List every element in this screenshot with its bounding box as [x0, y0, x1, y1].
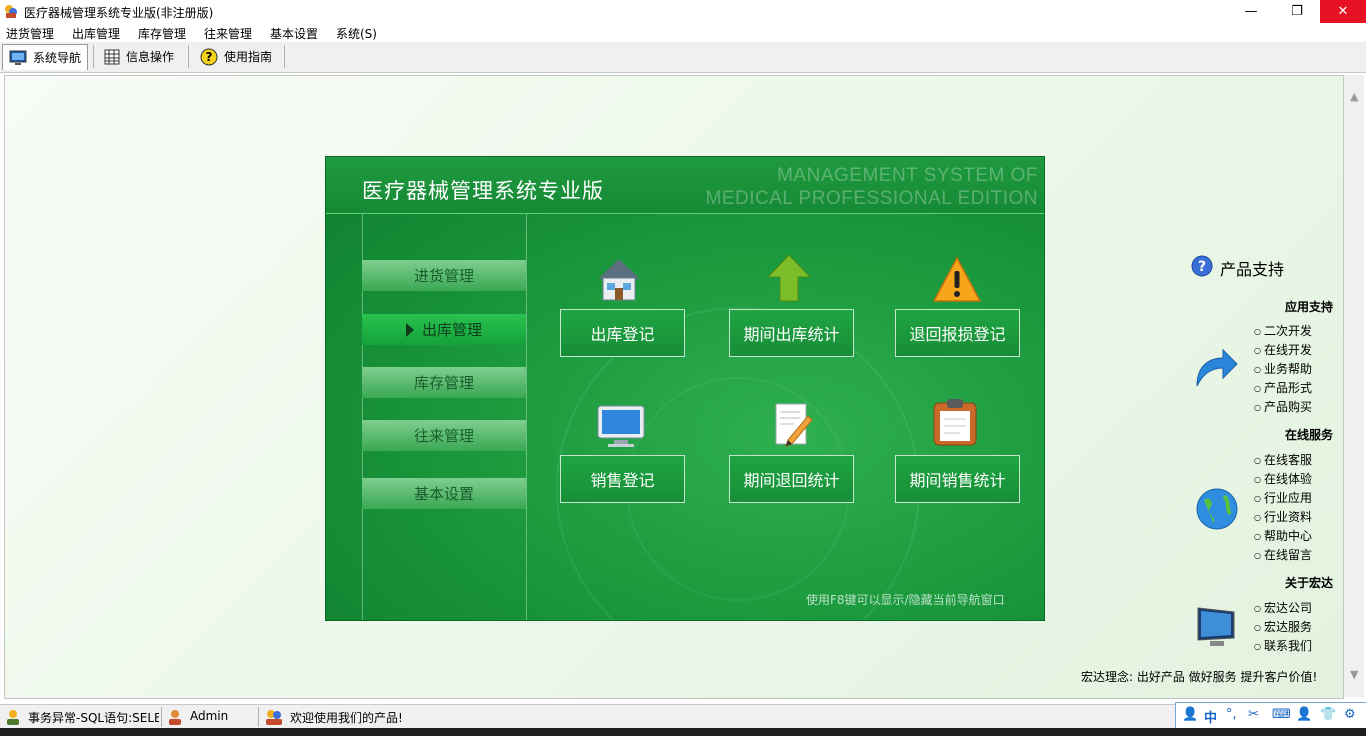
f8-hint: 使用F8键可以显示/隐藏当前导航窗口 [806, 593, 1005, 607]
globe-icon [1196, 488, 1238, 530]
section-about: 关于宏达 [1285, 576, 1334, 590]
navigation-panel: 医疗器械管理系统专业版 MANAGEMENT SYSTEM OF MEDICAL… [325, 156, 1045, 621]
link-product-form[interactable]: 产品形式 [1254, 379, 1312, 396]
tab-label: 信息操作 [126, 50, 175, 64]
link-help-center[interactable]: 帮助中心 [1254, 527, 1312, 544]
status-divider [258, 707, 259, 727]
panel-watermark: MANAGEMENT SYSTEM OF MEDICAL PROFESSIONA… [705, 165, 1038, 209]
arrow-icon [1196, 348, 1238, 387]
link-industry-apps[interactable]: 行业应用 [1254, 489, 1312, 506]
svg-text:?: ? [1198, 259, 1206, 275]
ime-punctuation[interactable]: °, [1226, 707, 1237, 722]
tab-label: 使用指南 [224, 50, 273, 64]
link-product-purchase[interactable]: 产品购买 [1254, 398, 1312, 415]
clipboard-icon [933, 399, 977, 446]
users-icon [266, 710, 282, 725]
sales-register-button[interactable]: 销售登记 [560, 455, 685, 503]
link-secondary-dev[interactable]: 二次开发 [1254, 322, 1312, 339]
monitor-icon [9, 50, 27, 65]
support-title: 产品支持 [1220, 260, 1285, 279]
section-app-support: 应用支持 [1285, 300, 1334, 314]
alert-user-icon [7, 710, 19, 725]
ime-toolbar: 👤 中 °, ✂ ⌨ 👤 👕 ⚙ [1175, 702, 1366, 730]
side-nav-settings[interactable]: 基本设置 [362, 478, 526, 509]
ime-settings-icon[interactable]: ⚙ [1344, 707, 1356, 722]
monitor-icon [597, 405, 645, 447]
tab-system-nav[interactable]: 系统导航 [2, 44, 89, 70]
section-online-service: 在线服务 [1285, 428, 1334, 442]
help-icon: ? [200, 48, 218, 65]
link-online-support[interactable]: 在线客服 [1254, 451, 1312, 468]
tab-divider [93, 45, 94, 68]
period-sales-stats-button[interactable]: 期间销售统计 [895, 455, 1020, 503]
app-logo-icon [5, 5, 17, 18]
status-user: Admin [190, 709, 229, 723]
help-icon: ? [1191, 255, 1213, 277]
tool-tabs: 系统导航 信息操作 ? 使用指南 [0, 42, 1366, 73]
house-icon [598, 259, 640, 301]
menu-inventory[interactable]: 库存管理 [138, 25, 186, 42]
link-industry-docs[interactable]: 行业资料 [1254, 508, 1312, 525]
period-outbound-stats-button[interactable]: 期间出库统计 [729, 309, 854, 357]
return-loss-register-button[interactable]: 退回报损登记 [895, 309, 1020, 357]
menu-system[interactable]: 系统(S) [336, 25, 377, 42]
arrow-right-icon [405, 322, 414, 337]
side-nav-accounts[interactable]: 往来管理 [362, 420, 526, 451]
link-business-help[interactable]: 业务帮助 [1254, 360, 1312, 377]
tab-divider [284, 45, 285, 68]
title-bar: 医疗器械管理系统专业版(非注册版) — ❐ ✕ [0, 0, 1366, 23]
side-divider [526, 214, 527, 620]
minimize-button[interactable]: — [1228, 0, 1274, 23]
taskbar [0, 728, 1366, 736]
tab-user-guide[interactable]: ? 使用指南 [194, 44, 278, 69]
warning-icon [932, 256, 982, 302]
ime-language[interactable]: 中 [1204, 707, 1217, 726]
menu-bar: 进货管理 出库管理 库存管理 往来管理 基本设置 系统(S) [0, 23, 1366, 42]
ime-keyboard-icon[interactable]: ⌨ [1272, 707, 1291, 722]
link-service[interactable]: 宏达服务 [1254, 618, 1312, 635]
status-error: 事务异常-SQL语句:SELEC [28, 711, 159, 725]
window-title: 医疗器械管理系统专业版(非注册版) [24, 6, 214, 20]
link-online-trial[interactable]: 在线体验 [1254, 470, 1312, 487]
menu-settings[interactable]: 基本设置 [270, 25, 318, 42]
tab-label: 系统导航 [33, 51, 82, 65]
maximize-button[interactable]: ❐ [1274, 0, 1320, 23]
link-online-dev[interactable]: 在线开发 [1254, 341, 1312, 358]
ime-skin-icon[interactable]: 👕 [1320, 707, 1336, 722]
user-icon [169, 710, 181, 725]
tab-divider [188, 45, 189, 68]
panel-title: 医疗器械管理系统专业版 [362, 179, 604, 203]
computer-icon [1197, 607, 1235, 646]
menu-purchase[interactable]: 进货管理 [6, 25, 54, 42]
status-welcome: 欢迎使用我们的产品! [290, 711, 403, 725]
tab-info-ops[interactable]: 信息操作 [98, 44, 180, 69]
menu-accounts[interactable]: 往来管理 [204, 25, 252, 42]
side-nav-purchase[interactable]: 进货管理 [362, 260, 526, 291]
edit-document-icon [775, 403, 813, 447]
scroll-down-icon[interactable]: ▼ [1350, 668, 1358, 681]
close-button[interactable]: ✕ [1320, 0, 1366, 23]
outbound-register-button[interactable]: 出库登记 [560, 309, 685, 357]
panel-header: 医疗器械管理系统专业版 MANAGEMENT SYSTEM OF MEDICAL… [326, 157, 1044, 214]
period-return-stats-button[interactable]: 期间退回统计 [729, 455, 854, 503]
ime-user-icon[interactable]: 👤 [1296, 707, 1312, 722]
side-nav-inventory[interactable]: 库存管理 [362, 367, 526, 398]
link-online-message[interactable]: 在线留言 [1254, 546, 1312, 563]
ime-tool-icon[interactable]: ✂ [1248, 707, 1259, 722]
ime-person-icon[interactable]: 👤 [1182, 707, 1198, 722]
company-motto: 宏达理念: 出好产品 做好服务 提升客户价值! [1081, 670, 1318, 684]
status-bar: 事务异常-SQL语句:SELEC Admin 欢迎使用我们的产品! [0, 704, 1366, 729]
scroll-up-icon[interactable]: ▲ [1350, 90, 1358, 103]
up-arrow-icon [766, 254, 812, 302]
status-divider [161, 707, 162, 727]
vertical-scrollbar[interactable] [1344, 75, 1364, 697]
link-contact[interactable]: 联系我们 [1254, 637, 1312, 654]
svg-text:?: ? [206, 50, 213, 64]
grid-icon [104, 49, 120, 64]
side-nav-outbound[interactable]: 出库管理 [362, 314, 526, 345]
menu-outbound[interactable]: 出库管理 [72, 25, 120, 42]
link-company[interactable]: 宏达公司 [1254, 599, 1312, 616]
